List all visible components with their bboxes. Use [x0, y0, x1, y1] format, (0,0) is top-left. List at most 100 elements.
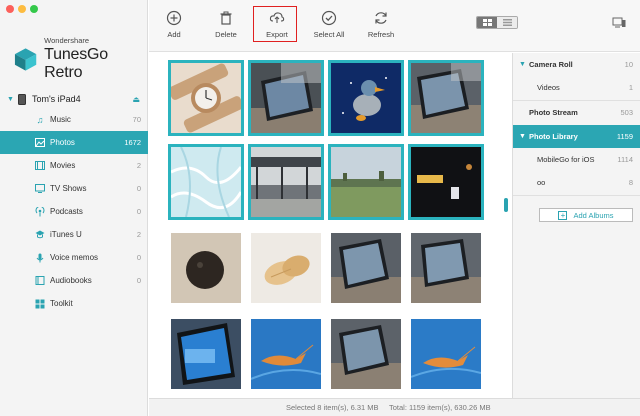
album-label: Photo Library — [529, 132, 578, 141]
photo-grid — [149, 53, 503, 398]
collapse-triangle-icon[interactable]: ▼ — [519, 61, 526, 68]
select-all-button[interactable]: Select All — [307, 10, 351, 39]
album-photo-library[interactable]: ▼ Photo Library 1159 — [513, 125, 640, 148]
sidebar-nav: ♫ Music 70 Photos 1672 Movies 2 TV Shows… — [0, 108, 148, 315]
photo-thumbnail[interactable] — [248, 144, 324, 220]
album-label: oo — [537, 178, 546, 187]
photo-thumbnail[interactable] — [408, 144, 484, 220]
close-window-button[interactable] — [6, 5, 14, 13]
photo-thumbnail[interactable] — [328, 144, 404, 220]
photo-thumbnail[interactable] — [328, 60, 404, 136]
sidebar-item-voice-memos[interactable]: Voice memos 0 — [0, 246, 148, 269]
grid-scrollbar[interactable] — [504, 198, 508, 212]
refresh-label: Refresh — [367, 30, 395, 39]
photo-thumbnail[interactable] — [331, 319, 401, 389]
photo-thumbnail[interactable] — [411, 233, 481, 303]
sidebar-item-itunes-u[interactable]: iTunes U 2 — [0, 223, 148, 246]
photo-thumbnail[interactable] — [248, 60, 324, 136]
refresh-icon — [373, 10, 389, 26]
sidebar-item-photos[interactable]: Photos 1672 — [0, 131, 148, 154]
album-count: 8 — [628, 178, 633, 187]
itunes-u-icon — [35, 230, 45, 240]
album-photo-stream[interactable]: Photo Stream 503 — [513, 101, 640, 124]
sidebar-item-music[interactable]: ♫ Music 70 — [0, 108, 148, 131]
sidebar-item-count: 70 — [132, 115, 141, 124]
photo-thumbnail[interactable] — [168, 144, 244, 220]
export-highlight-box — [253, 6, 297, 42]
toolkit-icon — [35, 299, 45, 309]
voice-memo-icon — [35, 253, 45, 263]
album-mobilego[interactable]: MobileGo for iOS 1114 — [513, 148, 640, 171]
sidebar-item-count: 2 — [136, 230, 141, 239]
sidebar-item-count: 0 — [136, 184, 141, 193]
zoom-window-button[interactable] — [30, 5, 38, 13]
sidebar-item-count: 0 — [136, 276, 141, 285]
status-bar: Selected 8 item(s), 6.31 MB Total: 1159 … — [149, 398, 640, 416]
window-controls — [6, 5, 38, 13]
music-icon: ♫ — [36, 114, 44, 125]
add-label: Add — [167, 30, 181, 39]
photo-thumbnail[interactable] — [171, 319, 241, 389]
album-count: 10 — [624, 60, 633, 69]
sidebar-item-count: 0 — [136, 207, 141, 216]
sidebar-item-tv-shows[interactable]: TV Shows 0 — [0, 177, 148, 200]
plus-icon: + — [558, 210, 568, 220]
sidebar-item-label: iTunes U — [50, 230, 82, 239]
album-videos[interactable]: Videos 1 — [513, 76, 640, 99]
toolbar: Add Delete Export Select All Refresh — [149, 0, 640, 52]
grid-view-button[interactable] — [477, 17, 497, 28]
movies-icon — [35, 161, 45, 171]
add-button[interactable]: Add — [152, 10, 196, 39]
view-toggle — [476, 16, 518, 29]
album-camera-roll[interactable]: ▼ Camera Roll 10 — [513, 53, 640, 76]
sidebar-item-label: Music — [50, 115, 71, 124]
eject-icon[interactable]: ⏏ — [132, 95, 140, 104]
device-to-computer-icon[interactable] — [612, 17, 626, 29]
sidebar-item-label: Photos — [50, 138, 75, 147]
sidebar-item-label: Toolkit — [50, 299, 73, 308]
album-count: 1114 — [617, 155, 633, 164]
ipad-icon — [17, 93, 26, 105]
device-row[interactable]: ▼ Tom's iPad4 ⏏ — [0, 92, 148, 106]
photo-thumbnail[interactable] — [251, 233, 321, 303]
sidebar-item-label: Voice memos — [50, 253, 99, 262]
list-view-button[interactable] — [497, 17, 517, 28]
album-count: 1 — [628, 83, 633, 92]
sidebar-item-movies[interactable]: Movies 2 — [0, 154, 148, 177]
sidebar-item-count: 1672 — [124, 138, 141, 147]
add-albums-button[interactable]: + Add Albums — [539, 208, 633, 222]
photo-thumbnail[interactable] — [331, 233, 401, 303]
album-label: Videos — [537, 83, 560, 92]
sidebar-item-count: 0 — [136, 253, 141, 262]
minimize-window-button[interactable] — [18, 5, 26, 13]
album-label: Photo Stream — [529, 108, 578, 117]
photo-thumbnail[interactable] — [168, 60, 244, 136]
album-oo[interactable]: oo 8 — [513, 171, 640, 194]
sidebar-item-toolkit[interactable]: Toolkit — [0, 292, 148, 315]
photo-thumbnail[interactable] — [171, 233, 241, 303]
collapse-triangle-icon[interactable]: ▼ — [519, 133, 526, 140]
sidebar-item-label: TV Shows — [50, 184, 87, 193]
expand-triangle-icon[interactable]: ▼ — [7, 96, 14, 103]
tv-icon — [35, 184, 45, 194]
delete-button[interactable]: Delete — [204, 10, 248, 39]
album-label: Camera Roll — [529, 60, 573, 69]
audiobook-icon — [35, 276, 45, 286]
photo-thumbnail[interactable] — [411, 319, 481, 389]
add-icon — [166, 10, 182, 26]
album-label: MobileGo for iOS — [537, 155, 595, 164]
photo-thumbnail[interactable] — [251, 319, 321, 389]
select-all-label: Select All — [313, 30, 345, 39]
brand-company: Wondershare — [44, 36, 90, 45]
photo-thumbnail[interactable] — [408, 60, 484, 136]
refresh-button[interactable]: Refresh — [359, 10, 403, 39]
list-view-icon — [502, 19, 512, 26]
sidebar-item-podcasts[interactable]: Podcasts 0 — [0, 200, 148, 223]
sidebar-item-label: Podcasts — [50, 207, 83, 216]
sidebar-item-audiobooks[interactable]: Audiobooks 0 — [0, 269, 148, 292]
sidebar-item-label: Audiobooks — [50, 276, 92, 285]
sidebar: Wondershare TunesGo Retro ▼ Tom's iPad4 … — [0, 0, 148, 416]
podcast-icon — [35, 206, 45, 217]
app-brand: Wondershare TunesGo Retro — [13, 36, 147, 82]
checkmark-circle-icon — [321, 10, 337, 26]
